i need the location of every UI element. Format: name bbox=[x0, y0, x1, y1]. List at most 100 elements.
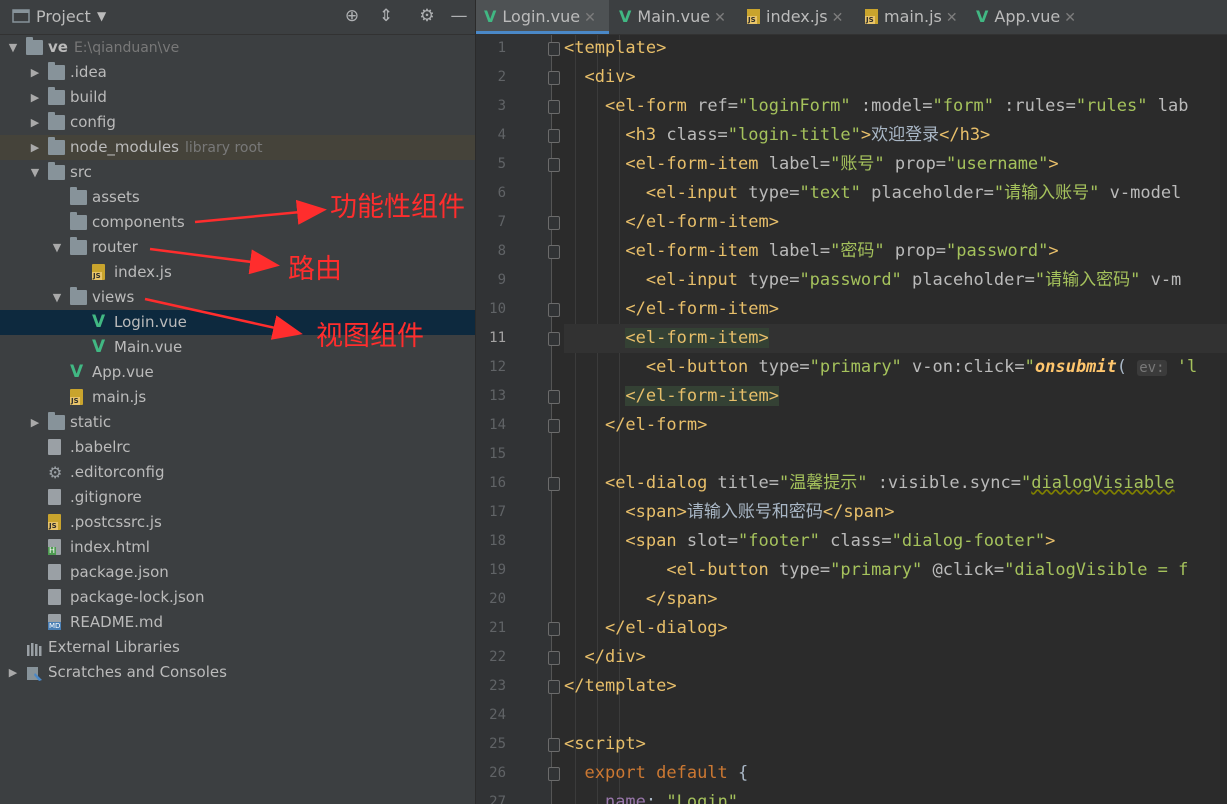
chevron-down-icon[interactable]: ▼ bbox=[97, 9, 106, 23]
tab-main-vue[interactable]: V Main.vue ✕ bbox=[611, 0, 737, 34]
tree-item-router[interactable]: ▼ router bbox=[0, 235, 475, 260]
tab-app-vue[interactable]: V App.vue ✕ bbox=[968, 0, 1086, 34]
tree-item-ve[interactable]: ▼ ve E:\qianduan\ve bbox=[0, 35, 475, 60]
tree-item-label: .gitignore bbox=[70, 488, 142, 506]
fold-marker-icon[interactable] bbox=[548, 419, 560, 433]
tree-item-postcssrc-js[interactable]: .postcssrc.js bbox=[0, 510, 475, 535]
line-number: 6 bbox=[497, 185, 506, 201]
line-number: 9 bbox=[497, 272, 506, 288]
tab-login-vue[interactable]: V Login.vue ✕ bbox=[476, 0, 609, 34]
scratch-icon bbox=[26, 665, 43, 681]
tree-item-app-vue[interactable]: V App.vue bbox=[0, 360, 475, 385]
line-number: 10 bbox=[489, 301, 506, 317]
fold-marker-icon[interactable] bbox=[548, 622, 560, 636]
close-icon[interactable]: ✕ bbox=[584, 10, 596, 26]
vue-file-icon: V bbox=[484, 7, 497, 26]
fold-marker-icon[interactable] bbox=[548, 651, 560, 665]
fold-marker-icon[interactable] bbox=[548, 738, 560, 752]
fold-marker-icon[interactable] bbox=[548, 129, 560, 143]
tree-item-package-json[interactable]: package.json bbox=[0, 560, 475, 585]
tree-item-babelrc[interactable]: .babelrc bbox=[0, 435, 475, 460]
code-line: <el-form-item label="密码" prop="password"… bbox=[625, 241, 1059, 261]
library-icon bbox=[26, 640, 43, 656]
tree-item-package-lock-json[interactable]: package-lock.json bbox=[0, 585, 475, 610]
fold-marker-icon[interactable] bbox=[548, 767, 560, 781]
tree-item-label: router bbox=[92, 238, 138, 256]
tree-item-gitignore[interactable]: .gitignore bbox=[0, 485, 475, 510]
code-editor[interactable]: <template> <div> <el-form ref="loginForm… bbox=[564, 35, 1227, 804]
close-icon[interactable]: ✕ bbox=[832, 10, 844, 26]
line-number: 26 bbox=[489, 765, 506, 781]
code-line: </el-form-item> bbox=[625, 299, 779, 319]
fold-marker-icon[interactable] bbox=[548, 158, 560, 172]
tree-item-label: config bbox=[70, 113, 116, 131]
chevron-right-icon[interactable]: ▶ bbox=[28, 110, 42, 135]
chevron-down-icon[interactable]: ▼ bbox=[50, 285, 64, 310]
tree-item-main-js[interactable]: main.js bbox=[0, 385, 475, 410]
tree-item-node-modules[interactable]: ▶ node_modules library root bbox=[0, 135, 475, 160]
tree-item-label: static bbox=[70, 413, 112, 431]
project-panel-title[interactable]: Project bbox=[36, 7, 91, 26]
minimize-icon[interactable]: — bbox=[448, 5, 470, 27]
code-line: <script> bbox=[564, 734, 646, 754]
folder-icon bbox=[70, 237, 87, 255]
close-icon[interactable]: ✕ bbox=[946, 10, 958, 26]
tab-main-js[interactable]: main.js✕ bbox=[857, 0, 966, 34]
tree-item-config[interactable]: ▶ config bbox=[0, 110, 475, 135]
gear-icon[interactable]: ⚙ bbox=[416, 5, 438, 27]
editor-tabs: VLogin.vue✕VMain.vue✕index.js✕main.js✕VA… bbox=[476, 0, 1227, 35]
code-line: <div> bbox=[584, 67, 636, 87]
fold-marker-icon[interactable] bbox=[548, 42, 560, 56]
fold-marker-icon[interactable] bbox=[548, 216, 560, 230]
chevron-right-icon[interactable]: ▶ bbox=[28, 410, 42, 435]
fold-marker-icon[interactable] bbox=[548, 71, 560, 85]
folder-icon bbox=[70, 212, 87, 230]
vue-file-icon: V bbox=[92, 312, 106, 332]
folder-icon bbox=[70, 187, 87, 205]
fold-marker-icon[interactable] bbox=[548, 100, 560, 114]
annotation-functional-components: 功能性组件 bbox=[330, 192, 465, 223]
tree-item-scratches-and-consoles[interactable]: ▶ Scratches and Consoles bbox=[0, 660, 475, 685]
tree-item-src[interactable]: ▼ src bbox=[0, 160, 475, 185]
tree-item-editorconfig[interactable]: ⚙ .editorconfig bbox=[0, 460, 475, 485]
code-line: </el-form> bbox=[604, 415, 708, 435]
tab-index-js[interactable]: index.js✕ bbox=[739, 0, 855, 34]
fold-marker-icon[interactable] bbox=[548, 332, 560, 346]
tree-item-build[interactable]: ▶ build bbox=[0, 85, 475, 110]
tree-item-external-libraries[interactable]: External Libraries bbox=[0, 635, 475, 660]
chevron-right-icon[interactable]: ▶ bbox=[28, 135, 42, 160]
tree-item-label: .postcssrc.js bbox=[70, 513, 162, 531]
tree-item-index-html[interactable]: index.html bbox=[0, 535, 475, 560]
fold-marker-icon[interactable] bbox=[548, 303, 560, 317]
fold-marker-icon[interactable] bbox=[548, 390, 560, 404]
code-line: <span slot="footer" class="dialog-footer… bbox=[625, 531, 1056, 551]
tree-item-static[interactable]: ▶ static bbox=[0, 410, 475, 435]
chevron-right-icon[interactable]: ▶ bbox=[28, 85, 42, 110]
chevron-down-icon[interactable]: ▼ bbox=[28, 160, 42, 185]
tree-item-index-js[interactable]: index.js bbox=[0, 260, 475, 285]
tree-item-views[interactable]: ▼ views bbox=[0, 285, 475, 310]
line-number-gutter: 1 2 3 4 5 6 7 8 9 10 11 12 13 14 15 16 17 18 19 20 21 22 23 24 2… bbox=[476, 35, 560, 804]
tree-item-idea[interactable]: ▶ .idea bbox=[0, 60, 475, 85]
chevron-down-icon[interactable]: ▼ bbox=[6, 35, 20, 60]
tab-label: Login.vue bbox=[502, 7, 581, 26]
collapse-all-icon[interactable]: ⇕ bbox=[375, 5, 397, 27]
locate-icon[interactable]: ⊕ bbox=[341, 5, 363, 27]
project-panel-header: Project ▼ ⊕ ⇕ ⚙ — bbox=[0, 0, 475, 35]
fold-marker-icon[interactable] bbox=[548, 245, 560, 259]
line-number: 19 bbox=[489, 562, 506, 578]
config-file-icon bbox=[48, 489, 61, 505]
line-number: 2 bbox=[497, 69, 506, 85]
fold-marker-icon[interactable] bbox=[548, 680, 560, 694]
close-icon[interactable]: ✕ bbox=[1064, 10, 1076, 26]
tree-item-readme-md[interactable]: README.md bbox=[0, 610, 475, 635]
tree-item-label: .babelrc bbox=[70, 438, 131, 456]
project-panel: Project ▼ ⊕ ⇕ ⚙ — ▼ ve E:\qianduan\ve ▶ .ide… bbox=[0, 0, 475, 804]
chevron-right-icon[interactable]: ▶ bbox=[6, 660, 20, 685]
code-line: <el-input type="password" placeholder="请… bbox=[645, 270, 1182, 290]
chevron-down-icon[interactable]: ▼ bbox=[50, 235, 64, 260]
close-icon[interactable]: ✕ bbox=[714, 10, 726, 26]
chevron-right-icon[interactable]: ▶ bbox=[28, 60, 42, 85]
line-number: 3 bbox=[497, 98, 506, 114]
fold-marker-icon[interactable] bbox=[548, 477, 560, 491]
